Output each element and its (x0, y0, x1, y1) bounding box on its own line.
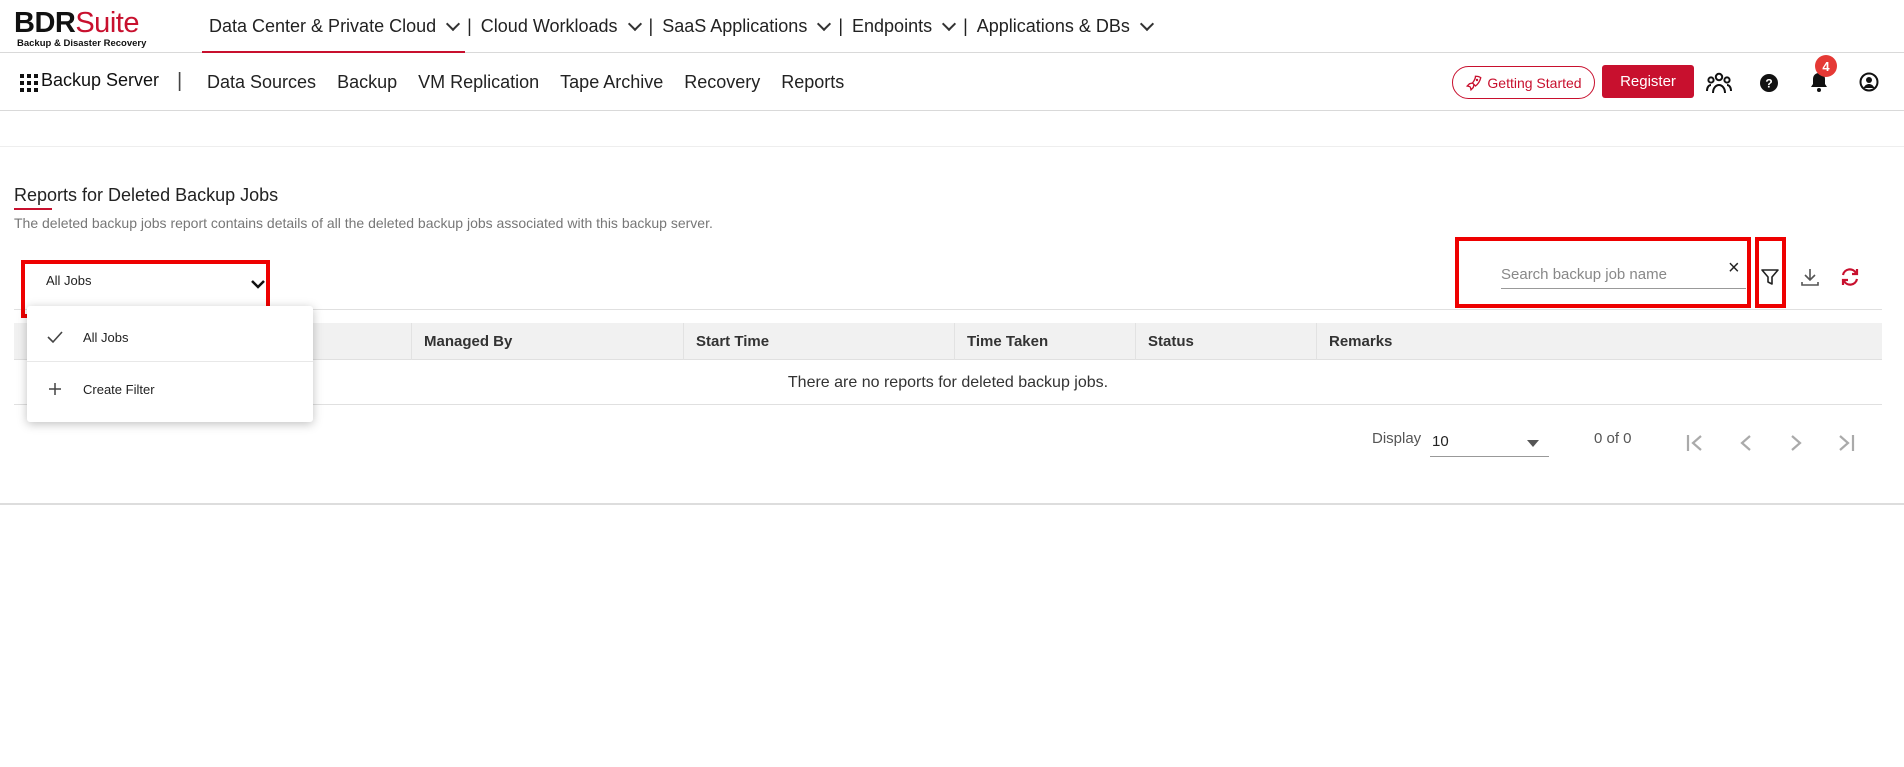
user-icon[interactable] (1857, 70, 1881, 94)
check-icon (47, 331, 63, 344)
main-nav-bar: Backup Server | Data Sources Backup VM R… (0, 54, 1904, 111)
nav-backup[interactable]: Backup (337, 72, 397, 93)
nav-data-sources[interactable]: Data Sources (207, 72, 316, 93)
section-divider (0, 146, 1904, 147)
getting-started-button[interactable]: Getting Started (1452, 66, 1595, 99)
community-icon[interactable] (1705, 69, 1733, 97)
dropdown-item-all-jobs[interactable]: All Jobs (27, 312, 313, 362)
chevron-down-icon (942, 16, 957, 31)
page-size-value: 10 (1432, 433, 1449, 450)
chevron-down-icon (1139, 16, 1154, 31)
title-underline (14, 208, 52, 210)
product-tab-cloud-workloads[interactable]: Cloud Workloads (474, 0, 647, 53)
job-filter-dropdown: All Jobs Create Filter (27, 306, 313, 422)
page-title: Reports for Deleted Backup Jobs (14, 185, 279, 205)
product-tab-applications-dbs[interactable]: Applications & DBs (970, 0, 1159, 53)
product-tab-endpoints[interactable]: Endpoints (845, 0, 961, 53)
product-tab-saas-applications[interactable]: SaaS Applications (655, 0, 836, 53)
page-size-select[interactable]: 10 (1430, 428, 1549, 457)
nav-reports[interactable]: Reports (781, 72, 844, 93)
first-page-icon[interactable] (1681, 428, 1711, 458)
last-page-icon[interactable] (1830, 428, 1860, 458)
nav-separator: | (838, 16, 844, 36)
rocket-icon (1466, 75, 1482, 91)
nav-recovery[interactable]: Recovery (684, 72, 760, 93)
dropdown-item-create-filter[interactable]: Create Filter (27, 364, 313, 414)
column-status[interactable]: Status (1135, 323, 1316, 360)
nav-separator: | (648, 16, 654, 36)
product-nav: Data Center & Private Cloud | Cloud Work… (202, 0, 1159, 53)
next-page-icon[interactable] (1781, 428, 1811, 458)
notification-badge: 4 (1815, 55, 1837, 77)
caret-down-icon (1527, 440, 1539, 447)
chevron-down-icon (627, 16, 642, 31)
column-time-taken[interactable]: Time Taken (954, 323, 1135, 360)
main-nav: Data Sources Backup VM Replication Tape … (207, 54, 844, 111)
column-remarks[interactable]: Remarks (1316, 323, 1882, 360)
chevron-down-icon (817, 16, 832, 31)
logo-text: BDRSuite (14, 7, 139, 39)
backup-server-label[interactable]: Backup Server (41, 70, 159, 91)
chevron-down-icon (446, 16, 461, 31)
highlight-box-filter (1755, 237, 1786, 308)
refresh-icon[interactable] (1839, 266, 1861, 288)
highlight-box-search (1455, 237, 1751, 308)
nav-vm-replication[interactable]: VM Replication (418, 72, 539, 93)
column-managed-by[interactable]: Managed By (411, 323, 683, 360)
nav-separator: | (467, 16, 472, 36)
column-start-time[interactable]: Start Time (683, 323, 954, 360)
page-description: The deleted backup jobs report contains … (14, 215, 713, 231)
nav-separator: | (963, 16, 968, 36)
help-icon[interactable]: ? (1757, 71, 1781, 95)
content-bottom-border (0, 503, 1904, 505)
bdrsuite-logo[interactable]: BDRSuite Backup & Disaster Recovery (14, 8, 146, 49)
svg-text:?: ? (1765, 77, 1772, 91)
nav-tape-archive[interactable]: Tape Archive (560, 72, 663, 93)
download-icon[interactable] (1800, 267, 1820, 287)
page-range: 0 of 0 (1594, 430, 1632, 447)
app-grid-icon[interactable] (20, 74, 38, 92)
register-button[interactable]: Register (1602, 65, 1694, 98)
dropdown-divider (27, 361, 313, 362)
display-label: Display (1372, 430, 1422, 447)
logo-tagline: Backup & Disaster Recovery (17, 38, 147, 49)
product-tab-data-center[interactable]: Data Center & Private Cloud (202, 0, 466, 53)
nav-separator: | (177, 70, 183, 92)
product-bar: BDRSuite Backup & Disaster Recovery Data… (0, 0, 1904, 53)
plus-icon (49, 383, 61, 395)
previous-page-icon[interactable] (1731, 428, 1761, 458)
